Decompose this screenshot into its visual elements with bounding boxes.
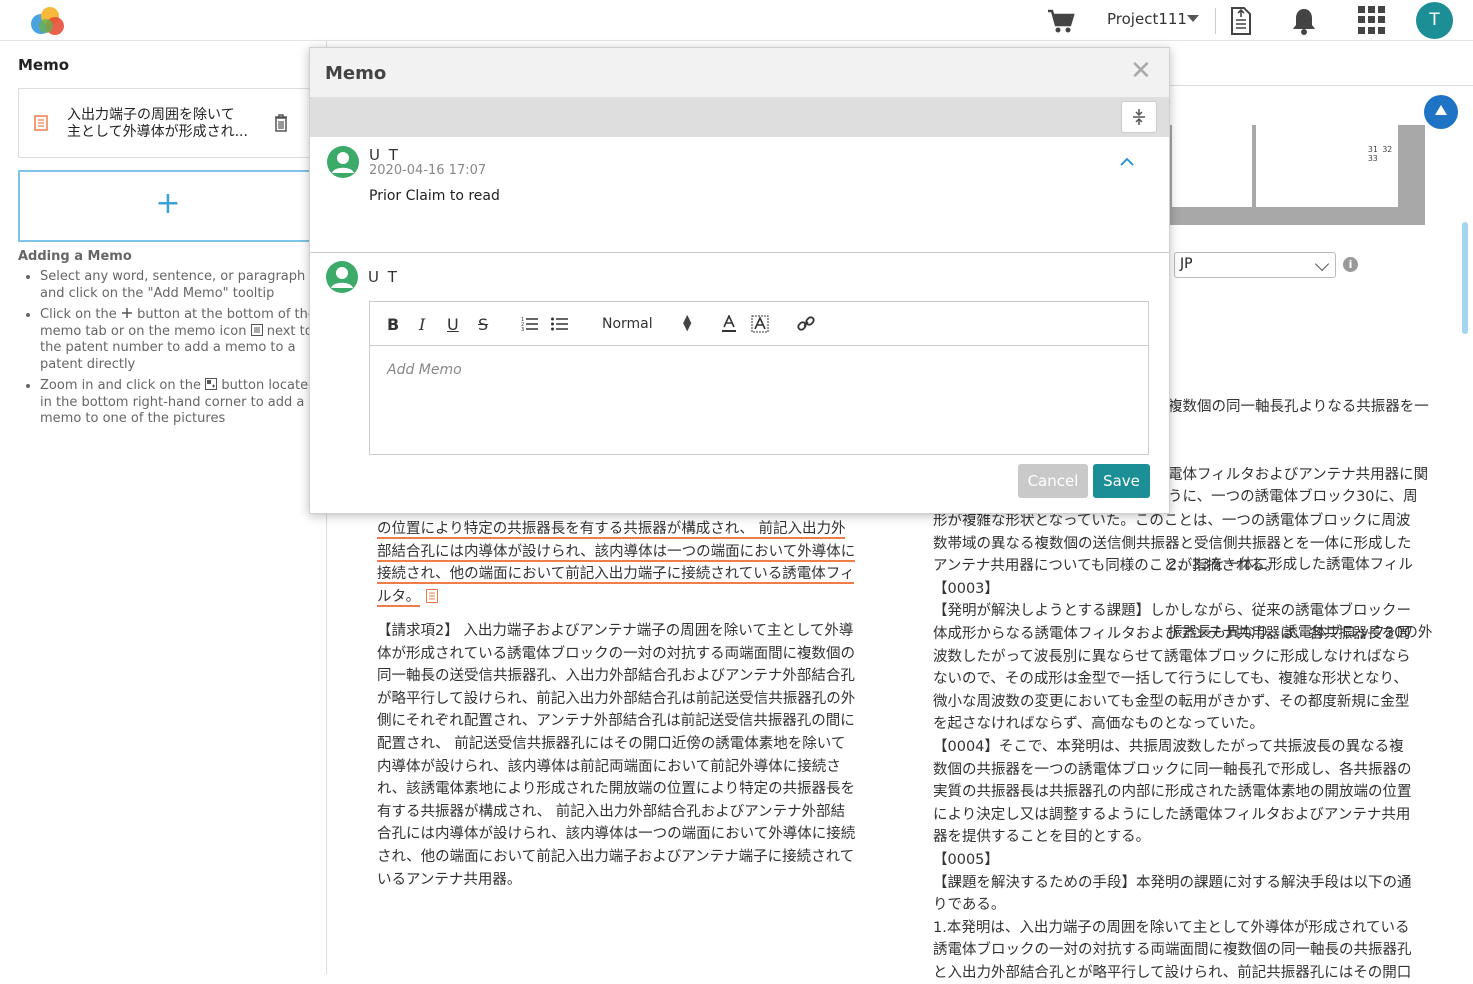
memo-icon [250,323,263,336]
trash-icon[interactable] [273,113,289,133]
claim-2-text: 【請求項2】 入出力端子およびアンテナ端子の周囲を除いて主として外導 体が形成さ… [377,623,856,888]
project-selector[interactable]: Project111 [1107,10,1187,28]
memo-author: U T [369,146,400,164]
scrollbar[interactable] [1462,222,1468,334]
description-text: 形が複雑な形状となっていた。このことは、一つの誘電体ブロックに周波 数帯域の異な… [933,513,1412,981]
patent-figure[interactable] [1172,125,1252,207]
top-bar: Project111 T [0,0,1473,41]
chevron-up-icon[interactable] [1120,155,1134,169]
dialog-header: Memo ✕ [310,48,1169,97]
user-avatar-icon [326,261,358,293]
close-icon[interactable]: ✕ [1130,58,1152,84]
chevron-down-icon [1314,256,1330,272]
apps-grid-icon[interactable] [1358,6,1386,34]
memo-entry: U T 2020-04-16 17:07 Prior Claim to read [310,137,1169,253]
user-avatar-icon [327,146,359,178]
arrow-up-icon [1435,105,1447,115]
claim-highlight-memo[interactable]: の位置により特定の共振器長を有する共振器が構成され、 前記入出力外 部結合孔には… [377,518,887,608]
cart-icon[interactable] [1046,6,1076,36]
info-icon[interactable]: i [1343,257,1358,272]
underline-button[interactable]: U [447,315,459,334]
help-item: Select any word, sentence, or paragraph … [40,269,330,302]
highlighted-text: 接続され、他の端面において前記入出力端子に接続されている誘電体フィ [377,566,855,585]
scroll-top-button[interactable] [1424,95,1458,129]
user-avatar[interactable]: T [1416,2,1453,39]
select-arrows-icon[interactable]: ▲ ▼ [683,313,691,332]
highlighted-text: 部結合孔には内導体が設けられ、該内導体は一つの端面において外導体に [377,543,856,562]
format-select[interactable]: Normal [602,316,653,332]
memo-text: Prior Claim to read [369,188,500,204]
panel-title: Memo [18,56,70,74]
document-upload-icon[interactable] [1228,6,1254,36]
language-select[interactable]: JP [1174,252,1336,278]
memo-preview-text: 入出力端子の周囲を除いて 主として外導体が形成され... [67,107,248,140]
dialog-toolbar [310,97,1169,137]
image-memo-icon [205,378,218,390]
add-memo-button[interactable]: + [18,170,318,242]
bullet-list-icon[interactable] [551,316,569,332]
strikethrough-button[interactable]: S [478,315,488,334]
memo-dialog: Memo ✕ U T 2020-04-16 17:07 Prior Claim … [309,47,1170,514]
editor-toolbar: B I U S 1 2 3 Normal ▲ ▼ [370,302,1148,346]
memo-icon[interactable] [426,588,439,603]
memo-input[interactable]: Add Memo [387,362,462,378]
italic-button[interactable]: I [419,315,425,334]
notification-bell-icon[interactable] [1290,6,1318,36]
help-list: Select any word, sentence, or paragraph … [18,269,330,433]
ordered-list-icon[interactable]: 1 2 3 [521,316,539,332]
memo-timestamp: 2020-04-16 17:07 [369,163,487,178]
memo-list-item[interactable]: 入出力端子の周囲を除いて 主として外導体が形成され... [18,88,318,158]
dialog-title: Memo [325,63,387,84]
svg-text:3: 3 [521,327,524,332]
font-color-icon[interactable] [721,315,737,333]
divider [1215,8,1216,34]
help-item: Zoom in and click on the button located … [40,378,330,428]
save-button[interactable]: Save [1093,464,1150,498]
help-title: Adding a Memo [18,249,132,264]
collapse-icon [1133,109,1145,125]
link-icon[interactable] [797,315,815,333]
highlighted-text: ルタ。 [377,588,421,607]
chevron-down-icon[interactable] [1187,15,1199,22]
bold-button[interactable]: B [387,315,399,334]
plus-icon [121,308,132,318]
plus-icon: + [155,186,181,221]
patent-figure-strip[interactable]: 31 32 33 [1168,125,1425,225]
app-logo-icon[interactable] [28,4,68,36]
memo-side-panel: Memo 入出力端子の周囲を除いて 主として外導体が形成され... + Addi… [0,41,327,974]
background-color-icon[interactable] [751,315,769,333]
memo-icon [34,115,48,131]
figure-labels: 31 32 33 [1368,145,1393,163]
help-item: Click on the button at the bottom of the… [40,307,330,373]
highlighted-text: の位置により特定の共振器長を有する共振器が構成され、 前記入出力外 [377,521,846,539]
cancel-button[interactable]: Cancel [1018,464,1088,498]
language-value: JP [1180,256,1193,272]
collapse-button[interactable] [1121,101,1157,133]
patent-figure[interactable]: 31 32 33 [1256,125,1398,207]
compose-author: U T [368,268,399,286]
memo-editor[interactable]: B I U S 1 2 3 Normal ▲ ▼ Add Memo [369,301,1149,455]
